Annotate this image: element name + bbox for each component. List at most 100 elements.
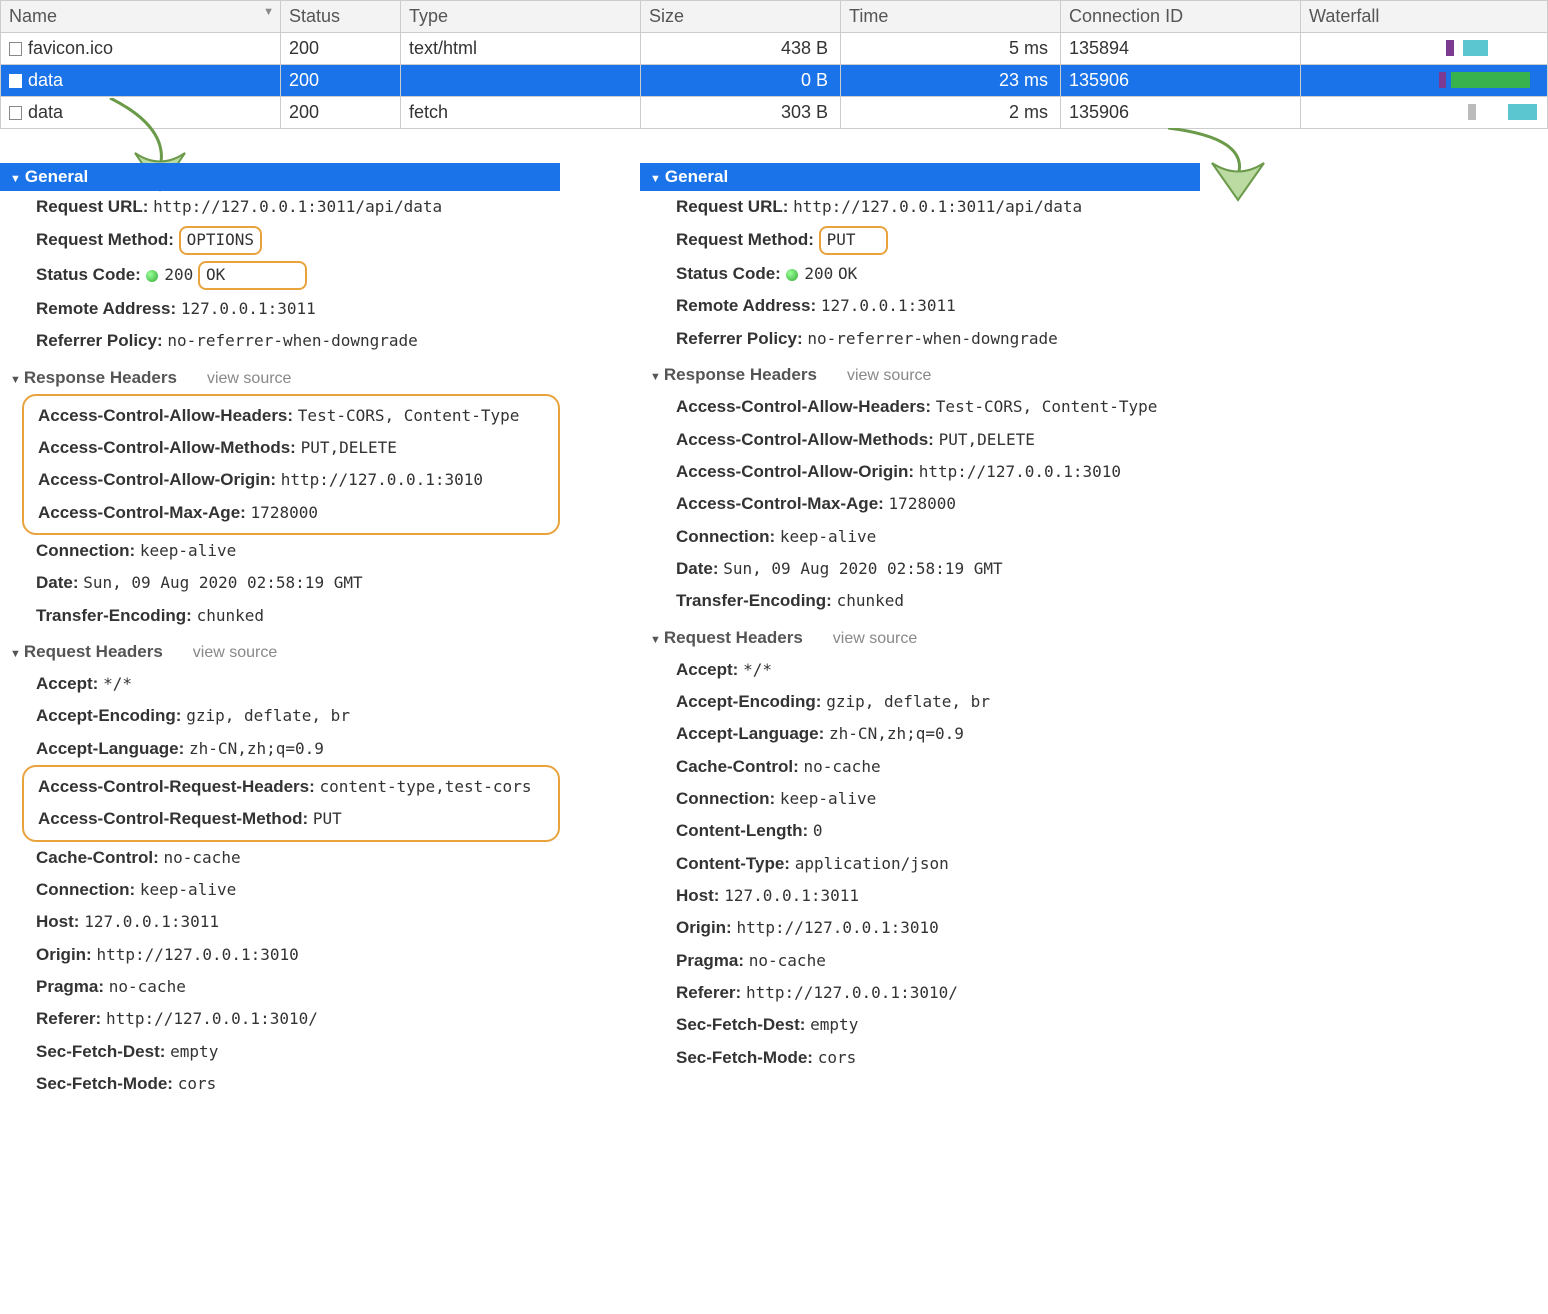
view-source-link[interactable]: view source bbox=[207, 370, 291, 387]
request-method-highlight: OPTIONS bbox=[179, 226, 262, 255]
header-row: Transfer-Encoding: chunked bbox=[0, 600, 560, 632]
col-type[interactable]: Type bbox=[401, 1, 641, 33]
header-row: Access-Control-Request-Method: PUT bbox=[24, 803, 552, 835]
cell-size: 0 B bbox=[641, 65, 841, 97]
header-row: Accept: */* bbox=[0, 668, 560, 700]
header-row: Access-Control-Allow-Origin: http://127.… bbox=[640, 456, 1200, 488]
cell-type: fetch bbox=[401, 97, 641, 129]
response-headers-section-header[interactable]: ▼Response Headersview source bbox=[0, 358, 560, 394]
header-row: Accept-Language: zh-CN,zh;q=0.9 bbox=[640, 718, 1200, 750]
table-header-row: Name▼ Status Type Size Time Connection I… bbox=[1, 1, 1548, 33]
request-url-row: Request URL: http://127.0.0.1:3011/api/d… bbox=[0, 191, 560, 223]
col-name[interactable]: Name▼ bbox=[1, 1, 281, 33]
header-row: Date: Sun, 09 Aug 2020 02:58:19 GMT bbox=[0, 567, 560, 599]
response-headers-section-header[interactable]: ▼Response Headersview source bbox=[640, 355, 1200, 391]
header-row: Connection: keep-alive bbox=[0, 874, 560, 906]
cell-status: 200 bbox=[281, 65, 401, 97]
request-method-row: Request Method: PUT bbox=[640, 223, 1200, 258]
cell-type: text/html bbox=[401, 33, 641, 65]
cors-request-headers-highlight: Access-Control-Request-Headers: content-… bbox=[22, 765, 560, 842]
header-row: Origin: http://127.0.0.1:3010 bbox=[640, 912, 1200, 944]
header-row: Access-Control-Allow-Headers: Test-CORS,… bbox=[640, 391, 1200, 423]
cell-status: 200 bbox=[281, 97, 401, 129]
header-row: Content-Type: application/json bbox=[640, 848, 1200, 880]
header-row: Sec-Fetch-Mode: cors bbox=[0, 1068, 560, 1100]
cell-name[interactable]: favicon.ico bbox=[1, 33, 281, 65]
request-method-highlight: PUT bbox=[819, 226, 888, 255]
caret-down-icon: ▼ bbox=[650, 634, 661, 646]
header-row: Accept-Encoding: gzip, deflate, br bbox=[640, 686, 1200, 718]
file-icon bbox=[9, 42, 22, 56]
referrer-policy-row: Referrer Policy: no-referrer-when-downgr… bbox=[0, 325, 560, 357]
header-row: Connection: keep-alive bbox=[640, 783, 1200, 815]
cell-connection-id: 135894 bbox=[1061, 33, 1301, 65]
header-row: Access-Control-Allow-Methods: PUT,DELETE bbox=[640, 424, 1200, 456]
col-time[interactable]: Time bbox=[841, 1, 1061, 33]
cell-connection-id: 135906 bbox=[1061, 97, 1301, 129]
request-details-left: ▼General Request URL: http://127.0.0.1:3… bbox=[0, 163, 560, 1101]
remote-address-row: Remote Address: 127.0.0.1:3011 bbox=[0, 293, 560, 325]
header-row: Connection: keep-alive bbox=[640, 521, 1200, 553]
request-details-right: ▼General Request URL: http://127.0.0.1:3… bbox=[640, 163, 1200, 1101]
cell-name[interactable]: data bbox=[1, 97, 281, 129]
cell-connection-id: 135906 bbox=[1061, 65, 1301, 97]
caret-down-icon: ▼ bbox=[10, 648, 21, 660]
header-row: Origin: http://127.0.0.1:3010 bbox=[0, 939, 560, 971]
caret-down-icon: ▼ bbox=[10, 374, 21, 386]
cell-waterfall bbox=[1301, 97, 1548, 129]
header-row: Pragma: no-cache bbox=[0, 971, 560, 1003]
cell-size: 438 B bbox=[641, 33, 841, 65]
table-row[interactable]: data200 0 B23 ms135906 bbox=[1, 65, 1548, 97]
col-size[interactable]: Size bbox=[641, 1, 841, 33]
cell-status: 200 bbox=[281, 33, 401, 65]
col-connection-id[interactable]: Connection ID bbox=[1061, 1, 1301, 33]
header-row: Access-Control-Max-Age: 1728000 bbox=[640, 488, 1200, 520]
request-headers-section-header[interactable]: ▼Request Headersview source bbox=[640, 618, 1200, 654]
header-row: Referer: http://127.0.0.1:3010/ bbox=[640, 977, 1200, 1009]
header-row: Accept-Encoding: gzip, deflate, br bbox=[0, 700, 560, 732]
file-icon bbox=[9, 106, 22, 120]
header-row: Host: 127.0.0.1:3011 bbox=[0, 906, 560, 938]
header-row: Pragma: no-cache bbox=[640, 945, 1200, 977]
col-status[interactable]: Status bbox=[281, 1, 401, 33]
header-row: Access-Control-Allow-Origin: http://127.… bbox=[24, 464, 552, 496]
header-row: Content-Length: 0 bbox=[640, 815, 1200, 847]
cell-time: 2 ms bbox=[841, 97, 1061, 129]
request-url-row: Request URL: http://127.0.0.1:3011/api/d… bbox=[640, 191, 1200, 223]
remote-address-row: Remote Address: 127.0.0.1:3011 bbox=[640, 290, 1200, 322]
header-row: Access-Control-Allow-Headers: Test-CORS,… bbox=[24, 400, 552, 432]
general-section-header[interactable]: ▼General bbox=[640, 163, 1200, 191]
caret-down-icon: ▼ bbox=[650, 371, 661, 383]
view-source-link[interactable]: view source bbox=[193, 644, 277, 661]
cell-size: 303 B bbox=[641, 97, 841, 129]
view-source-link[interactable]: view source bbox=[847, 367, 931, 384]
status-code-row: Status Code: 200 OK bbox=[640, 258, 1200, 290]
cell-waterfall bbox=[1301, 33, 1548, 65]
cell-time: 23 ms bbox=[841, 65, 1061, 97]
table-row[interactable]: data200fetch303 B2 ms135906 bbox=[1, 97, 1548, 129]
view-source-link[interactable]: view source bbox=[833, 630, 917, 647]
referrer-policy-row: Referrer Policy: no-referrer-when-downgr… bbox=[640, 323, 1200, 355]
general-section-header[interactable]: ▼General bbox=[0, 163, 560, 191]
header-row: Cache-Control: no-cache bbox=[0, 842, 560, 874]
cell-time: 5 ms bbox=[841, 33, 1061, 65]
header-row: Access-Control-Max-Age: 1728000 bbox=[24, 497, 552, 529]
status-code-row: Status Code: 200 OK bbox=[0, 258, 560, 293]
header-row: Connection: keep-alive bbox=[0, 535, 560, 567]
file-icon bbox=[9, 74, 22, 88]
header-row: Access-Control-Request-Headers: content-… bbox=[24, 771, 552, 803]
network-request-table[interactable]: Name▼ Status Type Size Time Connection I… bbox=[0, 0, 1548, 129]
cell-waterfall bbox=[1301, 65, 1548, 97]
cors-response-headers-highlight: Access-Control-Allow-Headers: Test-CORS,… bbox=[22, 394, 560, 535]
request-method-row: Request Method: OPTIONS bbox=[0, 223, 560, 258]
header-row: Accept-Language: zh-CN,zh;q=0.9 bbox=[0, 733, 560, 765]
header-row: Sec-Fetch-Dest: empty bbox=[0, 1036, 560, 1068]
header-row: Sec-Fetch-Mode: cors bbox=[640, 1042, 1200, 1074]
cell-type bbox=[401, 65, 641, 97]
cell-name[interactable]: data bbox=[1, 65, 281, 97]
request-headers-section-header[interactable]: ▼Request Headersview source bbox=[0, 632, 560, 668]
col-waterfall[interactable]: Waterfall bbox=[1301, 1, 1548, 33]
header-row: Transfer-Encoding: chunked bbox=[640, 585, 1200, 617]
header-row: Host: 127.0.0.1:3011 bbox=[640, 880, 1200, 912]
table-row[interactable]: favicon.ico200text/html438 B5 ms135894 bbox=[1, 33, 1548, 65]
